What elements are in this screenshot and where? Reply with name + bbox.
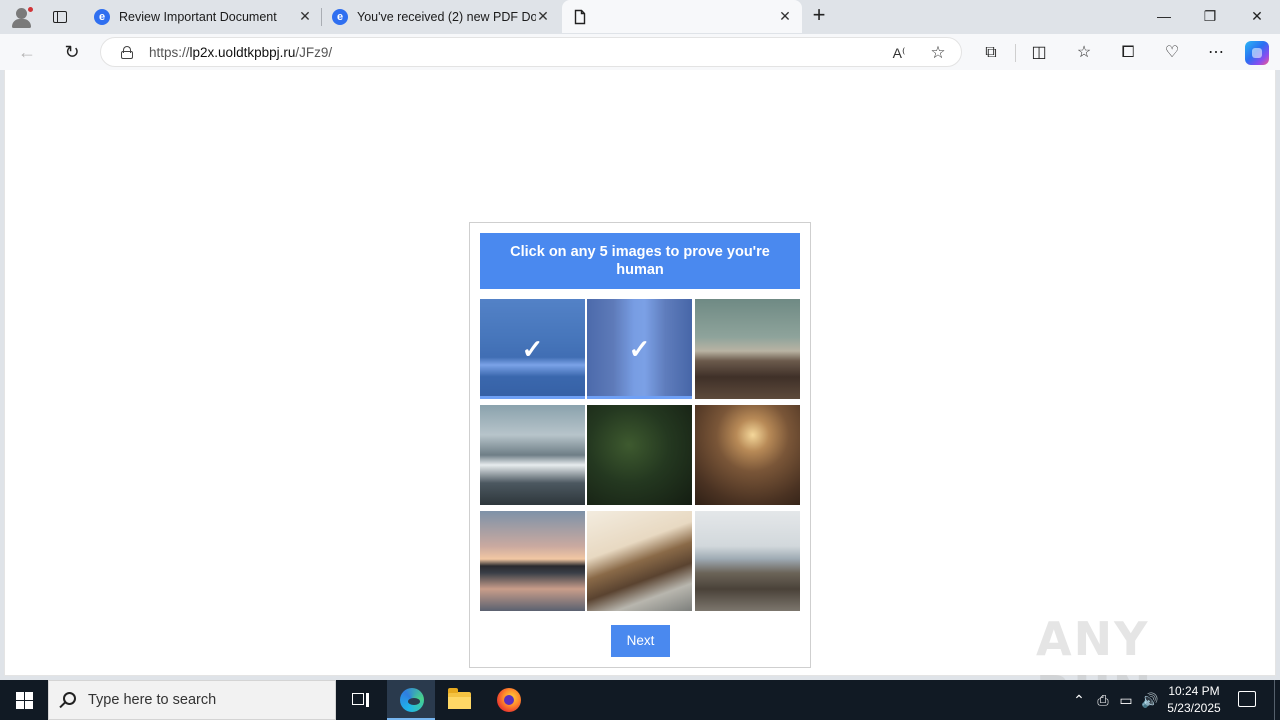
profile-avatar-icon[interactable] xyxy=(10,5,34,29)
firefox-icon xyxy=(497,688,521,712)
captcha-tile-coastal-cliffs[interactable] xyxy=(587,511,692,611)
captcha-tile-misty-forest-river[interactable]: ✓ xyxy=(480,299,585,399)
minimize-button[interactable]: — xyxy=(1141,0,1187,32)
close-tab-icon[interactable]: ✕ xyxy=(778,8,792,25)
search-placeholder: Type here to search xyxy=(88,692,217,708)
taskbar-edge-app[interactable] xyxy=(387,680,435,720)
captcha-tile-night-sky-fence[interactable] xyxy=(587,405,692,505)
split-screen-icon[interactable]: ◫ xyxy=(1028,42,1050,64)
browser-toolbar: ← ↻ https://lp2x.uoldtkpbpj.ru/JFz9/ A⁽ … xyxy=(0,34,1280,70)
show-hidden-icons-chevron-icon[interactable]: ⌃ xyxy=(1070,690,1088,710)
taskbar-search-box[interactable]: Type here to search xyxy=(48,680,336,720)
file-explorer-icon xyxy=(448,688,471,709)
clock-time: 10:24 PM xyxy=(1168,684,1220,698)
close-window-button[interactable]: ✕ xyxy=(1234,0,1280,32)
captcha-tile-city-street[interactable]: ✓ xyxy=(587,299,692,399)
tab-actions-icon[interactable] xyxy=(50,7,70,27)
volume-icon[interactable]: 🔊 xyxy=(1141,690,1159,710)
tab-pdf-document[interactable]: e You've received (2) new PDF Doc ✕ xyxy=(322,0,560,33)
selected-check-icon: ✓ xyxy=(521,334,544,364)
task-view-button[interactable] xyxy=(338,680,386,720)
new-tab-button[interactable]: + xyxy=(808,4,830,27)
taskbar: Type here to search ⌃ ⎙ ▭ 🔊 10:24 PM 5/2… xyxy=(0,680,1280,720)
notification-center-icon[interactable] xyxy=(1238,691,1256,707)
edge-favicon-icon: e xyxy=(332,8,348,25)
search-icon xyxy=(63,692,76,705)
captcha-tile-sunset-grass[interactable] xyxy=(695,405,800,505)
captcha-image-grid: ✓ ✓ xyxy=(480,299,801,612)
captcha-tile-pier-silhouettes[interactable] xyxy=(480,511,585,611)
tab-review-document[interactable]: e Review Important Document ✕ xyxy=(84,0,322,33)
lock-icon[interactable] xyxy=(121,46,133,59)
favorites-icon[interactable]: ☆ xyxy=(1073,42,1095,64)
network-icon[interactable]: ▭ xyxy=(1117,690,1135,710)
task-view-icon xyxy=(352,691,370,709)
url-text[interactable]: https://lp2x.uoldtkpbpj.ru/JFz9/ xyxy=(149,45,332,60)
edge-favicon-icon: e xyxy=(94,8,110,25)
address-bar[interactable]: https://lp2x.uoldtkpbpj.ru/JFz9/ A⁽ ☆ xyxy=(100,37,962,67)
more-options-icon[interactable]: ⋯ xyxy=(1205,42,1227,64)
collections-icon[interactable]: ⧠ xyxy=(1117,42,1139,64)
captcha-tile-volcano-landscape[interactable] xyxy=(695,299,800,399)
browser-essentials-icon[interactable]: ♡ xyxy=(1161,42,1183,64)
captcha-widget: Click on any 5 images to prove you're hu… xyxy=(469,222,811,668)
close-tab-icon[interactable]: ✕ xyxy=(298,8,312,25)
clock-date: 5/23/2025 xyxy=(1167,701,1221,715)
close-tab-icon[interactable]: ✕ xyxy=(536,8,550,25)
screen: e Review Important Document ✕ e You've r… xyxy=(0,0,1280,720)
tab-strip: e Review Important Document ✕ e You've r… xyxy=(0,0,1280,34)
favorite-star-icon[interactable]: ☆ xyxy=(928,43,948,63)
next-button[interactable]: Next xyxy=(611,625,670,657)
extensions-icon[interactable]: ⧉ xyxy=(980,42,1002,64)
copilot-icon[interactable] xyxy=(1245,41,1269,65)
captcha-tile-snowy-mountain[interactable] xyxy=(480,405,585,505)
taskbar-file-explorer-app[interactable] xyxy=(436,680,484,720)
taskbar-firefox-app[interactable] xyxy=(485,680,533,720)
refresh-button[interactable]: ↻ xyxy=(59,39,85,65)
captcha-instruction: Click on any 5 images to prove you're hu… xyxy=(480,233,800,289)
selected-check-icon: ✓ xyxy=(628,334,651,364)
tab-title: You've received (2) new PDF Doc xyxy=(357,9,536,24)
captcha-tile-rocky-shore[interactable] xyxy=(695,511,800,611)
tab-active-page[interactable]: ✕ xyxy=(562,0,802,33)
restore-button[interactable]: ❐ xyxy=(1187,0,1233,32)
edge-icon xyxy=(400,688,424,712)
system-clock[interactable]: 10:24 PM 5/23/2025 xyxy=(1162,683,1226,717)
windows-start-icon[interactable] xyxy=(0,680,48,720)
back-button[interactable]: ← xyxy=(14,39,40,65)
device-icon[interactable]: ⎙ xyxy=(1094,690,1112,710)
read-aloud-icon[interactable]: A⁽ xyxy=(889,43,909,63)
show-desktop-button[interactable] xyxy=(1274,680,1280,720)
tab-title: Review Important Document xyxy=(119,9,277,24)
page-icon xyxy=(574,9,586,24)
